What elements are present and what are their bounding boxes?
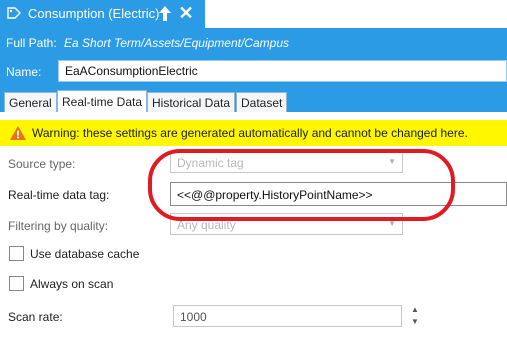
full-path-bar: Full Path: Ea Short Term/Assets/Equipmen… — [0, 28, 507, 56]
name-input[interactable]: EaAConsumptionElectric — [58, 60, 507, 82]
chevron-down-icon: ▼ — [388, 157, 396, 166]
scan-rate-label: Scan rate: — [8, 310, 63, 324]
tab-bar: General Real-time Data Historical Data D… — [0, 86, 507, 112]
tab-real-time-data[interactable]: Real-time Data — [57, 90, 148, 112]
source-type-label: Source type: — [8, 157, 76, 171]
filtering-value: Any quality — [177, 218, 236, 232]
tab-dataset[interactable]: Dataset — [236, 92, 288, 112]
always-on-scan-checkbox[interactable] — [9, 276, 24, 291]
tab-general[interactable]: General — [4, 92, 57, 112]
use-cache-checkbox[interactable] — [9, 246, 24, 261]
scan-rate-input[interactable]: 1000 — [173, 305, 402, 327]
name-label: Name: — [6, 65, 42, 79]
window-title: Consumption (Electric) — [28, 6, 160, 21]
pin-icon[interactable] — [157, 5, 173, 23]
filtering-select[interactable]: Any quality ▼ — [170, 213, 403, 235]
full-path-value: Ea Short Term/Assets/Equipment/Campus — [64, 36, 289, 50]
tag-icon — [7, 7, 21, 19]
close-icon[interactable]: ✕ — [178, 4, 194, 22]
realtime-tag-input[interactable]: <<@@property.HistoryPointName>> — [170, 182, 507, 206]
source-type-value: Dynamic tag — [177, 156, 244, 170]
warning-icon — [10, 126, 26, 140]
always-on-scan-label: Always on scan — [30, 277, 114, 291]
full-path-label: Full Path: — [6, 36, 57, 50]
source-type-select[interactable]: Dynamic tag ▼ — [170, 151, 403, 173]
use-cache-label: Use database cache — [30, 247, 140, 261]
tab-historical-data[interactable]: Historical Data — [147, 92, 236, 112]
spin-up-icon[interactable]: ▲ — [410, 305, 420, 315]
filtering-label: Filtering by quality: — [8, 219, 109, 233]
warning-text: Warning: these settings are generated au… — [32, 126, 468, 140]
warning-banner: Warning: these settings are generated au… — [0, 120, 507, 146]
name-bar: Name: EaAConsumptionElectric — [0, 56, 507, 86]
chevron-down-icon: ▼ — [388, 219, 396, 228]
spin-down-icon[interactable]: ▼ — [410, 317, 420, 327]
window-title-tab[interactable]: Consumption (Electric) ✕ — [0, 0, 205, 28]
realtime-tag-label: Real-time data tag: — [8, 188, 110, 202]
